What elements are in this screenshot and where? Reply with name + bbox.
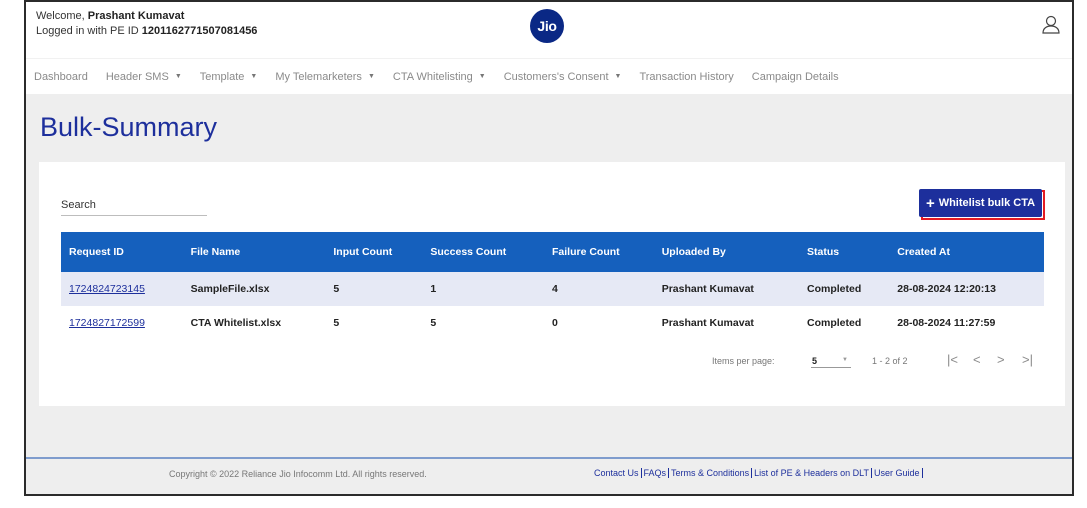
column-header[interactable]: Input Count: [325, 232, 422, 272]
last-page-button[interactable]: >|: [1022, 352, 1033, 367]
plus-icon: +: [925, 194, 935, 212]
footer-link-contact-us[interactable]: Contact Us: [594, 468, 642, 478]
table-cell: Completed: [806, 317, 862, 329]
welcome-prefix: Welcome,: [36, 10, 88, 22]
table-cell: Completed: [806, 283, 862, 295]
caret-down-icon: ▼: [174, 73, 182, 80]
column-header[interactable]: Success Count: [422, 232, 544, 272]
table-cell: CTA Whitelist.xlsx: [190, 317, 282, 329]
pe-id: 1201162771507081456: [141, 25, 258, 37]
paginator: Items per page: 5 ▼ 1 - 2 of 2 |< < > >|: [39, 352, 1065, 372]
table-cell: 1: [430, 283, 437, 295]
jio-logo[interactable]: Jio: [530, 9, 564, 43]
copyright-text: Copyright © 2022 Reliance Jio Infocomm L…: [169, 469, 427, 479]
request-id-link[interactable]: 1724827172599: [69, 317, 145, 329]
column-header[interactable]: Uploaded By: [654, 232, 799, 272]
caret-down-icon: ▼: [842, 357, 848, 363]
table-cell: 28-08-2024 11:27:59: [897, 317, 996, 329]
user-name: Prashant Kumavat: [87, 10, 185, 22]
nav-item-label: Campaign Details: [751, 70, 839, 83]
nav-item-dashboard[interactable]: Dashboard: [34, 71, 88, 83]
table-cell: SampleFile.xlsx: [190, 283, 270, 295]
table-cell: 5: [430, 317, 437, 329]
nav-item-label: Template: [199, 70, 245, 83]
column-header[interactable]: Created At: [889, 232, 1044, 272]
caret-down-icon: ▼: [478, 73, 486, 80]
nav-item-my-telemarketers[interactable]: My Telemarketers ▼: [275, 71, 375, 83]
caret-down-icon: ▼: [614, 73, 622, 80]
nav-item-cta-whitelisting[interactable]: CTA Whitelisting ▼: [393, 71, 486, 83]
request-id-link[interactable]: 1724824723145: [69, 283, 145, 295]
table-header-row: Request ID File Name Input Count Success Co…: [61, 232, 1044, 272]
nav-item-label: Dashboard: [34, 70, 88, 83]
caret-down-icon: ▼: [367, 73, 375, 80]
table-body: 1724824723145 SampleFile.xlsx 5 1 4 Prashant …: [61, 272, 1044, 340]
table-cell: 5: [333, 283, 340, 295]
nav-item-label: CTA Whitelisting: [392, 70, 473, 83]
footer-link-terms-conditions[interactable]: Terms & Conditions: [669, 468, 753, 478]
main-nav: Dashboard Header SMS ▼ Template ▼ My Telemark…: [26, 58, 1072, 94]
column-header[interactable]: Status: [799, 232, 889, 272]
next-page-button[interactable]: >: [997, 352, 1005, 367]
table-cell: 0: [551, 317, 558, 329]
user-profile-icon[interactable]: [1040, 14, 1062, 36]
nav-item-customers-s-consent[interactable]: Customers's Consent ▼: [504, 71, 622, 83]
nav-item-label: My Telemarketers: [275, 70, 362, 83]
table-cell: 28-08-2024 12:20:13: [897, 283, 996, 295]
footer-link-faqs[interactable]: FAQs: [642, 468, 670, 478]
app-window: Welcome, Prashant Kumavat Logged in with…: [24, 0, 1074, 496]
nav-item-label: Customers's Consent: [503, 70, 609, 83]
page-title: Bulk-Summary: [40, 112, 218, 142]
items-per-page-value: 5: [812, 356, 818, 366]
footer: Copyright © 2022 Reliance Jio Infocomm L…: [26, 457, 1072, 494]
items-per-page-label: Items per page:: [712, 356, 775, 366]
search-input[interactable]: [61, 194, 207, 216]
table-cell: 4: [551, 283, 558, 295]
table-row: 1724824723145 SampleFile.xlsx 5 1 4 Prashant …: [61, 272, 1044, 306]
footer-link-list-of-pe-headers-on-dlt[interactable]: List of PE & Headers on DLT: [752, 468, 872, 478]
welcome-block: Welcome, Prashant Kumavat Logged in with…: [36, 9, 257, 39]
previous-page-button[interactable]: <: [973, 352, 981, 367]
footer-link-user-guide[interactable]: User Guide: [872, 468, 923, 478]
request-id-cell: 1724824723145: [61, 272, 183, 306]
table-cell: Prashant Kumavat: [661, 317, 754, 329]
nav-item-template[interactable]: Template ▼: [200, 71, 258, 83]
nav-item-transaction-history[interactable]: Transaction History: [639, 71, 733, 83]
caret-down-icon: ▼: [250, 73, 258, 80]
bulk-summary-table: Request ID File Name Input Count Success Co…: [61, 232, 1044, 340]
nav-item-campaign-details[interactable]: Campaign Details: [752, 71, 839, 83]
column-header[interactable]: Request ID: [61, 232, 183, 272]
login-prefix: Logged in with PE ID: [36, 25, 142, 37]
items-per-page-select[interactable]: 5 ▼: [811, 355, 851, 368]
table-cell: Prashant Kumavat: [661, 283, 754, 295]
summary-card: +Whitelist bulk CTA Request IDFile NameI…: [39, 162, 1065, 406]
page-range: 1 - 2 of 2: [872, 356, 908, 366]
nav-item-label: Transaction History: [639, 70, 734, 83]
top-header: Welcome, Prashant Kumavat Logged in with…: [26, 2, 1072, 58]
footer-links: Contact Us FAQs Terms & Conditions List of …: [594, 468, 923, 478]
whitelist-bulk-cta-button[interactable]: + Whitelist bulk CTA: [919, 189, 1042, 217]
table-row: 1724827172599 CTA Whitelist.xlsx 5 5 0 Prasha…: [61, 306, 1044, 340]
nav-item-label: Header SMS: [105, 70, 169, 83]
column-header[interactable]: Failure Count: [544, 232, 654, 272]
request-id-cell: 1724827172599: [61, 306, 183, 340]
nav-item-header-sms[interactable]: Header SMS ▼: [106, 71, 182, 83]
column-header[interactable]: File Name: [183, 232, 326, 272]
table-cell: 5: [333, 317, 340, 329]
whitelist-button-label: Whitelist bulk CTA: [938, 197, 1036, 209]
first-page-button[interactable]: |<: [947, 352, 958, 367]
